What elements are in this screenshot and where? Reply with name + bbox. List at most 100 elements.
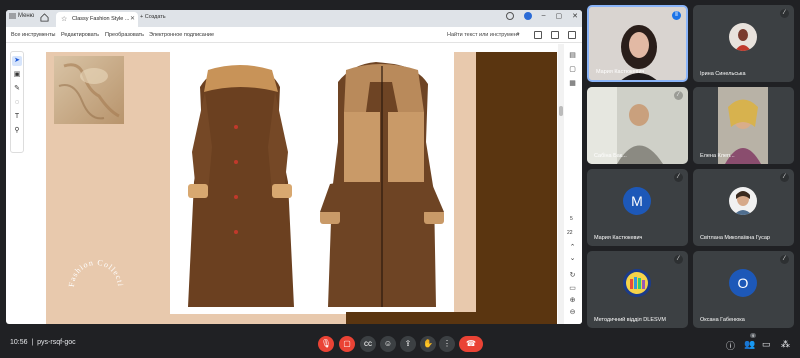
browser-menu-button[interactable]: Меню bbox=[9, 13, 34, 19]
toolbar-convert[interactable]: Преобразовать bbox=[105, 32, 144, 38]
brown-bottom-band bbox=[346, 312, 557, 324]
participant-tile[interactable]: ⁄ Сабіна Бак... bbox=[587, 87, 688, 164]
scroll-thumb[interactable] bbox=[559, 106, 563, 116]
meeting-time-code: 10:56 | pys-rsqf-goc bbox=[10, 339, 76, 346]
avatar bbox=[623, 269, 651, 297]
mic-muted-icon: ⁄ bbox=[674, 91, 683, 100]
stamp-tool-icon[interactable]: ⚲ bbox=[12, 126, 22, 136]
participant-tile[interactable]: O ⁄ Оксана Габенюка bbox=[693, 251, 794, 328]
toolbar-edit[interactable]: Редактировать bbox=[61, 32, 99, 38]
text-tool-icon[interactable]: T bbox=[12, 112, 22, 122]
pages-icon[interactable] bbox=[534, 31, 542, 39]
info-icon[interactable]: ⓘ bbox=[726, 339, 735, 352]
tab-title: Classy Fashion Style ... bbox=[72, 16, 130, 22]
browser-menu-label: Меню bbox=[18, 13, 35, 19]
sidebar-tool-icon[interactable]: ▤ bbox=[569, 52, 576, 59]
avatar: O bbox=[729, 269, 757, 297]
meet-window: Меню ☆ Classy Fashion Style ... ✕ + Созд… bbox=[0, 0, 800, 358]
home-icon[interactable] bbox=[40, 13, 49, 22]
minimize-icon[interactable]: – bbox=[542, 12, 546, 20]
cursor-tool-icon[interactable]: ➤ bbox=[12, 56, 22, 66]
erase-tool-icon[interactable]: ◌ bbox=[12, 98, 22, 108]
shared-screen: Меню ☆ Classy Fashion Style ... ✕ + Созд… bbox=[6, 10, 582, 324]
scroll-down-icon[interactable]: ⌄ bbox=[569, 255, 576, 262]
raise-hand-icon[interactable]: ✋ bbox=[420, 336, 436, 352]
annotation-toolbar: ➤ ▣ ✎ ◌ T ⚲ bbox=[10, 51, 24, 153]
participant-name: Мария Кастюкевич bbox=[596, 69, 645, 75]
collection-circular-text: Fashion Collection bbox=[66, 257, 125, 287]
search-icon[interactable]: ⌕ bbox=[516, 31, 520, 39]
fit-page-icon[interactable]: ▭ bbox=[569, 285, 576, 292]
coat-photo-frame bbox=[170, 52, 454, 314]
help-icon[interactable] bbox=[505, 12, 514, 20]
zoom-in-icon[interactable]: ⊕ bbox=[569, 297, 576, 304]
pdf-toolbar: Все инструменты Редактировать Преобразов… bbox=[6, 27, 582, 43]
page-total: 22 bbox=[567, 230, 573, 236]
more-icon[interactable]: ⋮ bbox=[439, 336, 455, 352]
participant-name: Сабіна Бак... bbox=[594, 153, 627, 159]
fabric-thumbnail-image bbox=[54, 56, 124, 124]
participant-count-badge: 9 bbox=[750, 333, 757, 338]
mic-muted-icon: ⁄ bbox=[780, 255, 789, 264]
avatar bbox=[729, 187, 757, 215]
speaking-icon: ⦀ bbox=[672, 11, 681, 20]
toolbar-esign[interactable]: Электронное подписание bbox=[149, 32, 214, 38]
participant-tile[interactable]: ⁄ Світлана Миколаївна Гусар bbox=[693, 169, 794, 246]
participant-tile[interactable]: ⦀ Мария Кастюкевич bbox=[587, 5, 688, 82]
mic-muted-icon: ⁄ bbox=[780, 9, 789, 18]
toolbar-all-tools[interactable]: Все инструменты bbox=[11, 32, 55, 38]
rotate-icon[interactable]: ↻ bbox=[569, 272, 576, 279]
browser-tab-bar: Меню ☆ Classy Fashion Style ... ✕ + Созд… bbox=[6, 10, 582, 27]
meeting-controls-bar: 10:56 | pys-rsqf-goc 🎙 ▢ cc ☺ ⇪ ✋ ⋮ ☎ ⓘ … bbox=[0, 330, 800, 358]
share-icon[interactable] bbox=[568, 31, 576, 39]
mic-muted-icon: ⁄ bbox=[780, 173, 789, 182]
meeting-time: 10:56 bbox=[10, 339, 28, 346]
participant-tile[interactable]: Елена Клеп... bbox=[693, 87, 794, 164]
participant-name: Оксана Габенюка bbox=[700, 317, 745, 323]
participant-tile[interactable]: ⁄ Методичний відділ DLESVM bbox=[587, 251, 688, 328]
presentation-slide: Fashion Collection bbox=[46, 52, 557, 324]
participant-name: Методичний відділ DLESVM bbox=[594, 317, 666, 323]
avatar bbox=[729, 23, 757, 51]
menu-icon bbox=[9, 13, 16, 19]
tool-search-input[interactable]: Найти текст или инструмент bbox=[447, 32, 519, 38]
close-window-icon[interactable]: ✕ bbox=[572, 12, 578, 20]
participant-name: Світлана Миколаївна Гусар bbox=[700, 235, 770, 241]
captions-icon[interactable]: cc bbox=[360, 336, 376, 352]
present-icon[interactable]: ⇪ bbox=[400, 336, 416, 352]
new-tab-button[interactable]: + Создать bbox=[140, 14, 166, 20]
camera-off-icon[interactable]: ▢ bbox=[339, 336, 355, 352]
page-number: 5 bbox=[570, 216, 573, 222]
svg-text:Fashion Collection: Fashion Collection bbox=[66, 257, 125, 287]
new-tab-label: Создать bbox=[144, 14, 166, 20]
star-icon: ☆ bbox=[61, 16, 68, 23]
participant-name: Елена Клеп... bbox=[700, 153, 735, 159]
browser-tab[interactable]: ☆ Classy Fashion Style ... ✕ bbox=[56, 12, 138, 27]
participant-tile[interactable]: M ⁄ Мария Кастюкевич bbox=[587, 169, 688, 246]
mic-off-icon[interactable]: 🎙 bbox=[318, 336, 334, 352]
brown-side-panel bbox=[476, 52, 557, 324]
comment-tool-icon[interactable]: ▣ bbox=[12, 70, 22, 80]
sidebar-comment-icon[interactable]: ▢ bbox=[569, 66, 576, 73]
close-tab-icon[interactable]: ✕ bbox=[130, 15, 135, 22]
mic-muted-icon: ⁄ bbox=[674, 255, 683, 264]
account-icon[interactable] bbox=[523, 12, 532, 20]
chat-icon[interactable]: ▭ bbox=[762, 339, 771, 350]
sidebar-bookmark-icon[interactable]: ▦ bbox=[569, 80, 576, 87]
zoom-out-icon[interactable]: ⊖ bbox=[569, 309, 576, 316]
print-icon[interactable] bbox=[551, 31, 559, 39]
avatar: M bbox=[623, 187, 651, 215]
coats-photo bbox=[188, 62, 444, 307]
activities-icon[interactable]: ⁂ bbox=[781, 339, 790, 350]
participant-tile[interactable]: ⁄ Ірина Синельська bbox=[693, 5, 794, 82]
scroll-up-icon[interactable]: ⌃ bbox=[569, 244, 576, 251]
participant-name: Ірина Синельська bbox=[700, 71, 746, 77]
mic-muted-icon: ⁄ bbox=[674, 173, 683, 182]
people-icon[interactable]: 👥 bbox=[744, 339, 755, 350]
pen-tool-icon[interactable]: ✎ bbox=[12, 84, 22, 94]
right-sidebar: ▤ ▢ ▦ bbox=[564, 44, 582, 324]
maximize-icon[interactable]: ▢ bbox=[556, 12, 563, 20]
participant-name: Мария Кастюкевич bbox=[594, 235, 643, 241]
emoji-icon[interactable]: ☺ bbox=[380, 336, 396, 352]
end-call-icon[interactable]: ☎ bbox=[459, 336, 483, 352]
